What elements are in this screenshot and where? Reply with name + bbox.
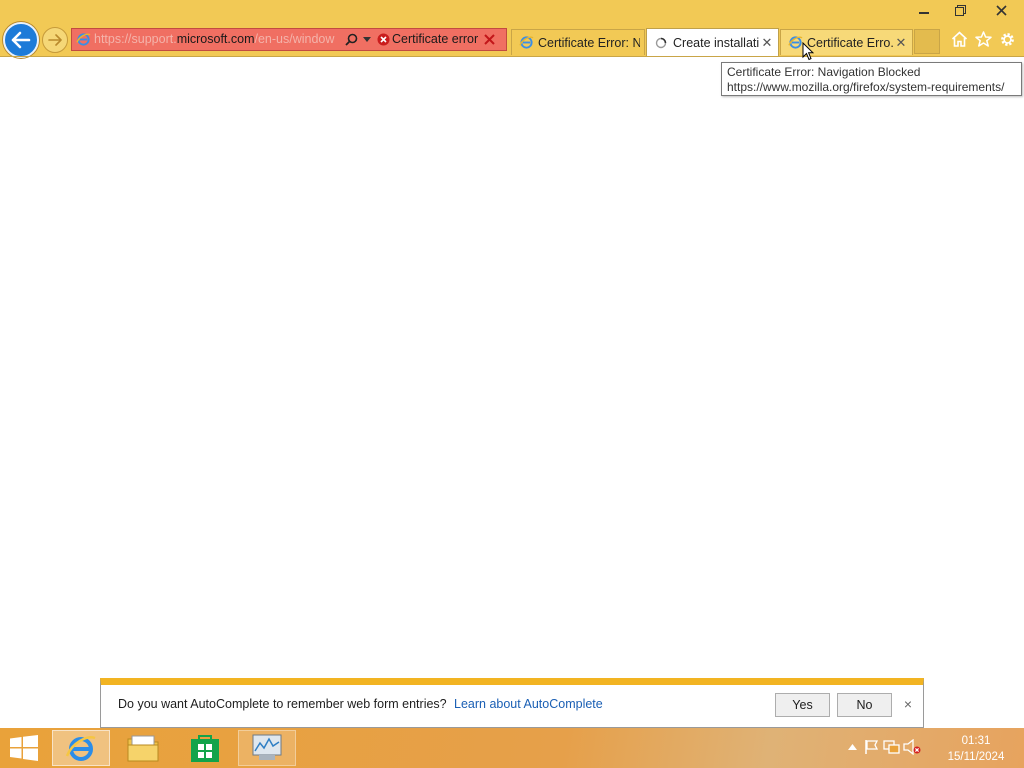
tab-label: Create installati... <box>673 36 760 50</box>
taskbar-clock[interactable]: 01:31 15/11/2024 <box>940 733 1012 765</box>
url-path: /en-us/window <box>254 32 335 46</box>
tab-label: Certificate Error: N... <box>538 35 640 50</box>
certificate-error-label[interactable]: Certificate error <box>392 29 480 50</box>
url-prefix: https://support. <box>94 32 177 46</box>
system-tray <box>842 736 922 758</box>
mouse-cursor-icon <box>802 42 814 61</box>
back-button[interactable] <box>3 22 39 58</box>
ie-page-icon <box>72 29 94 50</box>
tab-create-installation[interactable]: Create installati... ✕ <box>646 28 779 57</box>
store-icon <box>191 735 219 762</box>
gear-icon[interactable] <box>995 28 1019 50</box>
action-center-flag-icon[interactable] <box>862 736 882 758</box>
no-button[interactable]: No <box>837 693 892 717</box>
close-tab-icon[interactable]: ✕ <box>894 35 908 51</box>
toolbar-divider <box>0 56 1024 57</box>
tooltip-title: Certificate Error: Navigation Blocked <box>727 65 921 79</box>
star-icon[interactable] <box>971 28 995 50</box>
taskbar-store[interactable] <box>176 730 234 766</box>
notification-message: Do you want AutoComplete to remember web… <box>118 697 447 711</box>
internet-explorer-icon <box>65 736 96 761</box>
close-icon <box>995 4 1007 16</box>
autocomplete-notification-bar: Do you want AutoComplete to remember web… <box>100 678 924 728</box>
browser-tools <box>947 28 1019 50</box>
taskbar-file-explorer[interactable] <box>114 730 172 766</box>
tab-label: Certificate Erro... <box>807 35 894 50</box>
browser-toolbar: https://support.microsoft.com/en-us/wind… <box>0 0 1024 58</box>
yes-button[interactable]: Yes <box>775 693 830 717</box>
home-icon[interactable] <box>947 28 971 50</box>
tab-tooltip: Certificate Error: Navigation Blocked ht… <box>721 62 1022 96</box>
folder-icon <box>127 735 159 762</box>
ie-tab-icon <box>518 35 534 51</box>
new-tab-button[interactable] <box>914 29 940 54</box>
tooltip-url: https://www.mozilla.org/firefox/system-r… <box>727 80 1005 94</box>
window-caption-buttons <box>906 0 1024 22</box>
start-button[interactable] <box>8 734 40 762</box>
address-bar[interactable]: https://support.microsoft.com/en-us/wind… <box>71 28 507 51</box>
back-arrow-icon <box>11 31 31 49</box>
taskbar-performance-monitor[interactable] <box>238 730 296 766</box>
stop-icon[interactable] <box>480 29 498 50</box>
url-host: microsoft.com <box>176 32 255 46</box>
taskbar: 01:31 15/11/2024 <box>0 728 1024 768</box>
clock-date: 15/11/2024 <box>947 751 1005 763</box>
close-tab-icon[interactable]: ✕ <box>760 35 774 51</box>
loading-spinner-icon <box>653 35 669 51</box>
tab-certificate-error-1[interactable]: Certificate Error: N... <box>511 29 645 55</box>
learn-about-autocomplete-link[interactable]: Learn about AutoComplete <box>454 697 603 711</box>
minimize-button[interactable] <box>906 0 942 20</box>
certificate-error-icon[interactable] <box>374 29 392 50</box>
forward-button[interactable] <box>42 27 68 53</box>
close-window-button[interactable] <box>978 0 1024 20</box>
windows-logo-icon <box>10 735 38 761</box>
search-icon[interactable] <box>342 29 360 50</box>
tab-certificate-error-2[interactable]: Certificate Erro... ✕ <box>780 29 913 55</box>
restore-button[interactable] <box>942 0 978 20</box>
chevron-down-icon[interactable] <box>360 29 374 50</box>
forward-arrow-icon <box>48 34 62 46</box>
address-url[interactable]: https://support.microsoft.com/en-us/wind… <box>94 29 342 50</box>
monitor-chart-icon <box>252 734 282 760</box>
volume-muted-icon[interactable] <box>902 736 922 758</box>
taskbar-internet-explorer[interactable] <box>52 730 110 766</box>
close-notification-icon[interactable]: × <box>901 697 915 711</box>
clock-time: 01:31 <box>961 735 991 747</box>
restore-icon <box>954 4 966 16</box>
minimize-icon <box>919 12 929 14</box>
ie-tab-icon <box>787 35 803 51</box>
network-icon[interactable] <box>882 736 902 758</box>
chevron-up-icon[interactable] <box>842 736 862 758</box>
